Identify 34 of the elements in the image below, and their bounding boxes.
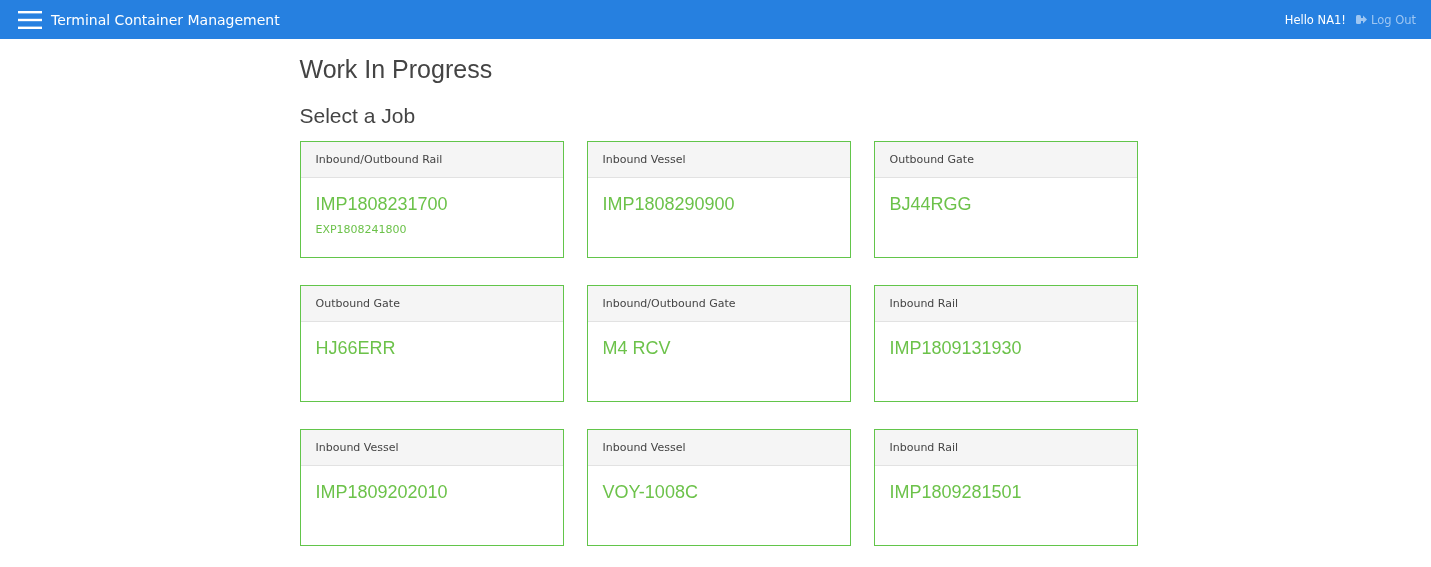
page-title: Work In Progress: [299, 55, 494, 84]
job-card[interactable]: Inbound Rail IMP1809281501: [873, 429, 1138, 546]
job-reference: IMP1808290900: [602, 194, 735, 215]
job-card[interactable]: Inbound Vessel IMP1809202010: [299, 429, 564, 546]
job-reference: IMP1808231700: [315, 194, 448, 215]
job-reference: M4 RCV: [602, 338, 671, 359]
job-reference: VOY-1008C: [602, 482, 698, 503]
job-type: Outbound Gate: [315, 297, 400, 310]
job-reference: IMP1809281501: [889, 482, 1022, 503]
job-type: Outbound Gate: [889, 153, 974, 166]
job-reference: IMP1809202010: [315, 482, 448, 503]
job-card[interactable]: Inbound/Outbound Rail IMP1808231700 EXP1808241800: [299, 141, 564, 258]
job-type: Inbound Vessel: [602, 153, 686, 166]
logout-icon: [1355, 15, 1367, 24]
section-title: Select a Job: [299, 104, 417, 128]
app-title[interactable]: Terminal Container Management: [51, 11, 280, 28]
job-reference: BJ44RGG: [889, 194, 972, 215]
secondary-reference: EXP1808241800: [315, 223, 407, 236]
job-card[interactable]: Inbound Vessel IMP1808290900: [586, 141, 851, 258]
job-card[interactable]: Inbound Rail IMP1809131930: [873, 285, 1138, 402]
job-type: Inbound Vessel: [315, 441, 399, 454]
job-type: Inbound Rail: [889, 297, 959, 310]
job-type: Inbound/Outbound Rail: [315, 153, 443, 166]
menu-icon[interactable]: [18, 10, 42, 29]
greeting-text: Hello NA1!: [1284, 12, 1346, 27]
job-card[interactable]: Outbound Gate BJ44RGG: [873, 141, 1138, 258]
job-reference: HJ66ERR: [315, 338, 396, 359]
job-type: Inbound/Outbound Gate: [602, 297, 736, 310]
job-type: Inbound Rail: [889, 441, 959, 454]
job-card[interactable]: Inbound Vessel VOY-1008C: [586, 429, 851, 546]
job-type: Inbound Vessel: [602, 441, 686, 454]
job-reference: IMP1809131930: [889, 338, 1022, 359]
job-card[interactable]: Outbound Gate HJ66ERR: [299, 285, 564, 402]
job-card[interactable]: Inbound/Outbound Gate M4 RCV: [586, 285, 851, 402]
